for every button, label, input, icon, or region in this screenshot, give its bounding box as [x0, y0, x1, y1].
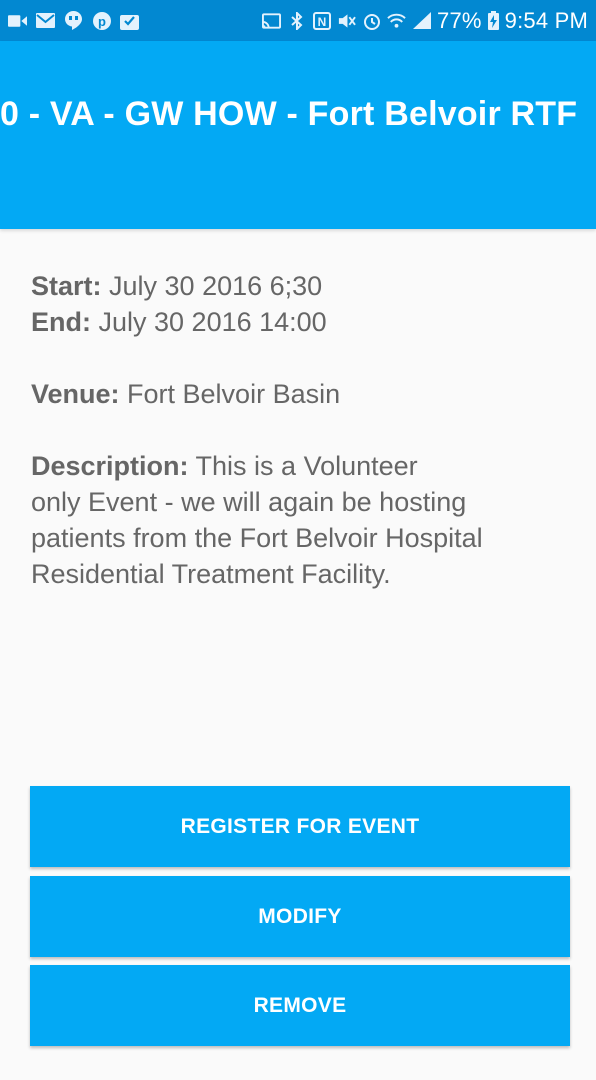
description-line: only Event - we will again be hosting [31, 487, 467, 517]
start-label: Start: [31, 271, 102, 301]
app-bar: 0 - VA - GW HOW - Fort Belvoir RTF [0, 41, 596, 229]
venue-value: Fort Belvoir Basin [119, 379, 341, 409]
pinterest-icon: p [92, 11, 111, 30]
signal-icon [412, 12, 431, 29]
battery-percent: 77% [437, 7, 482, 33]
description-line: This is a Volunteer [188, 451, 418, 481]
modify-button[interactable]: MODIFY [30, 876, 570, 957]
gmail-icon [36, 12, 55, 29]
bluetooth-icon [287, 11, 306, 30]
end-value: July 30 2016 14:00 [91, 307, 327, 337]
end-label: End: [31, 307, 91, 337]
event-end-row: End: July 30 2016 14:00 [31, 304, 571, 340]
description-line: patients from the Fort Belvoir Hospital [31, 523, 483, 553]
svg-text:p: p [98, 14, 106, 29]
remove-button[interactable]: REMOVE [30, 965, 570, 1046]
nfc-icon: N [312, 11, 331, 30]
venue-label: Venue: [31, 379, 120, 409]
description-label: Description: [31, 451, 189, 481]
event-start-row: Start: July 30 2016 6;30 [31, 268, 571, 304]
cast-icon [262, 12, 282, 29]
mute-icon [337, 12, 356, 29]
inbox-icon [120, 12, 139, 30]
hangouts-icon [64, 11, 83, 30]
page-title: 0 - VA - GW HOW - Fort Belvoir RTF [0, 95, 578, 133]
start-value: July 30 2016 6;30 [101, 271, 323, 301]
event-description: Description: This is a Volunteer only Ev… [31, 448, 571, 592]
event-venue-row: Venue: Fort Belvoir Basin [31, 376, 571, 412]
register-for-event-button[interactable]: REGISTER FOR EVENT [30, 786, 570, 867]
wifi-icon [387, 12, 406, 29]
status-time: 9:54 PM [504, 7, 588, 33]
event-details: Start: July 30 2016 6;30 End: July 30 20… [31, 268, 571, 592]
video-icon [8, 12, 27, 29]
svg-text:N: N [317, 15, 326, 29]
alarm-icon [362, 12, 381, 30]
status-bar-notifications: p [8, 0, 139, 41]
description-line: Residential Treatment Facility. [31, 559, 391, 589]
status-bar-system: N 77% 9:54 PM [262, 0, 588, 41]
battery-icon [487, 11, 499, 30]
status-bar: p N 77% 9:54 PM [0, 0, 596, 41]
